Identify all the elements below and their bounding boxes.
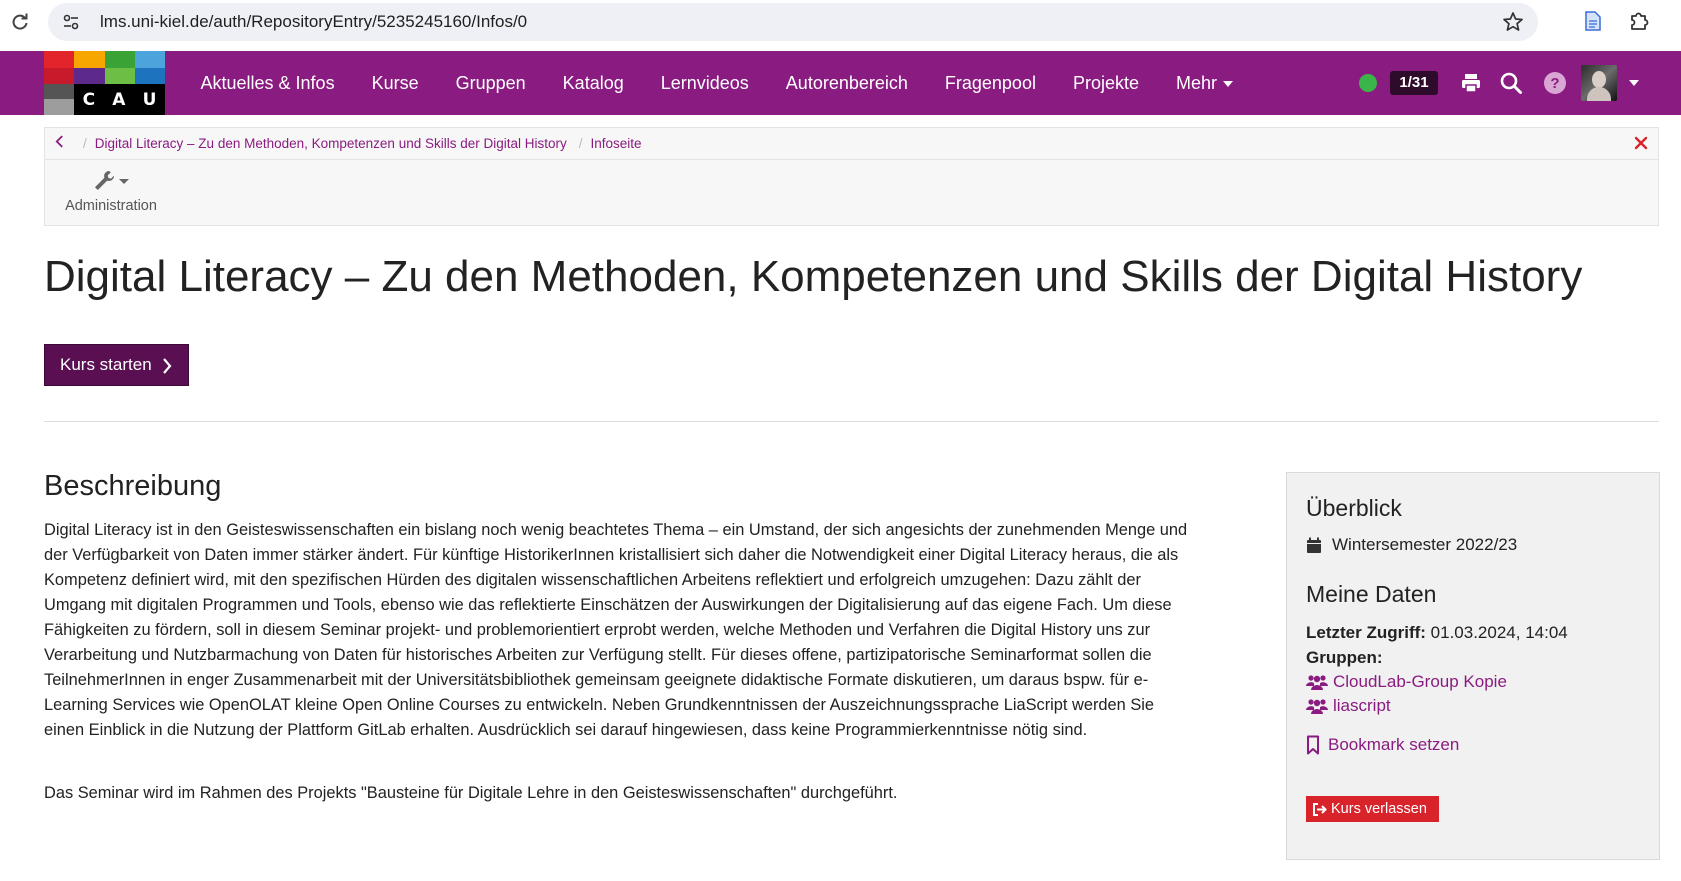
- close-icon[interactable]: [1634, 136, 1648, 150]
- site-info-icon[interactable]: [62, 13, 80, 31]
- start-course-button[interactable]: Kurs starten: [44, 344, 189, 386]
- last-access-label: Letzter Zugriff:: [1306, 623, 1426, 642]
- last-access: Letzter Zugriff: 01.03.2024, 14:04: [1306, 623, 1568, 643]
- wrench-icon: [95, 171, 129, 190]
- logo-letter: C: [82, 89, 96, 110]
- overview-panel: Überblick Wintersemester 2022/23 Meine D…: [1286, 472, 1660, 860]
- course-counter-badge[interactable]: 1/31: [1390, 71, 1438, 95]
- description-heading: Beschreibung: [44, 470, 222, 502]
- nav-item-mehr[interactable]: Mehr: [1158, 51, 1252, 115]
- document-extension-icon[interactable]: [1585, 11, 1601, 31]
- online-status-icon[interactable]: [1359, 74, 1377, 92]
- leave-course-button[interactable]: Kurs verlassen: [1306, 796, 1439, 822]
- group-label: CloudLab-Group Kopie: [1333, 672, 1507, 691]
- bookmark-star-icon[interactable]: [1502, 11, 1524, 33]
- breadcrumb: / Digital Literacy – Zu den Methoden, Ko…: [45, 128, 1658, 160]
- breadcrumb-separator: /: [578, 136, 583, 151]
- users-icon: [1306, 675, 1328, 690]
- breadcrumb-course-link[interactable]: Digital Literacy – Zu den Methoden, Komp…: [95, 136, 567, 151]
- logo-letter: U: [142, 89, 157, 110]
- group-link-cloudlab[interactable]: CloudLab-Group Kopie: [1306, 672, 1507, 692]
- groups-label: Gruppen:: [1306, 648, 1383, 667]
- print-icon[interactable]: [1459, 71, 1483, 95]
- svg-text:?: ?: [1550, 75, 1559, 92]
- logo-block: [44, 67, 75, 84]
- description-note: Das Seminar wird im Rahmen des Projekts …: [44, 784, 898, 802]
- back-chevron-icon[interactable]: [55, 134, 71, 153]
- logo-color-blocks: [44, 51, 165, 84]
- chevron-down-icon: [1223, 81, 1234, 88]
- logo-block: [134, 67, 165, 84]
- logo-block: [74, 51, 105, 68]
- semester-info: Wintersemester 2022/23: [1306, 535, 1517, 555]
- logo-grey-block: [44, 84, 74, 115]
- logo-block: [134, 51, 165, 68]
- administration-menu[interactable]: Administration: [63, 168, 159, 214]
- page-title: Digital Literacy – Zu den Methoden, Komp…: [44, 252, 1583, 301]
- reload-icon[interactable]: [10, 12, 30, 32]
- users-icon: [1306, 699, 1328, 714]
- breadcrumb-separator: /: [83, 136, 87, 151]
- cau-logo[interactable]: C A U: [44, 51, 165, 115]
- calendar-icon: [1307, 537, 1321, 553]
- bookmark-label: Bookmark setzen: [1328, 735, 1460, 754]
- logo-wordmark: C A U: [74, 84, 165, 115]
- nav-item-fragenpool[interactable]: Fragenpool: [926, 51, 1054, 115]
- logo-block: [44, 51, 75, 68]
- group-label: liascript: [1333, 696, 1391, 715]
- nav-item-gruppen[interactable]: Gruppen: [437, 51, 544, 115]
- my-data-heading: Meine Daten: [1306, 581, 1437, 607]
- browser-toolbar: lms.uni-kiel.de/auth/RepositoryEntry/523…: [0, 0, 1681, 48]
- url-text[interactable]: lms.uni-kiel.de/auth/RepositoryEntry/523…: [100, 3, 527, 41]
- extensions-puzzle-icon[interactable]: [1628, 10, 1650, 32]
- administration-label: Administration: [65, 198, 157, 214]
- nav-item-kurse[interactable]: Kurse: [353, 51, 437, 115]
- leave-course-label: Kurs verlassen: [1331, 801, 1427, 817]
- logo-block: [104, 51, 135, 68]
- nav-more-label: Mehr: [1176, 73, 1218, 93]
- bookmark-icon: [1307, 735, 1319, 755]
- breadcrumb-current[interactable]: Infoseite: [591, 136, 642, 151]
- semester-label: Wintersemester 2022/23: [1332, 535, 1518, 554]
- description-text: Digital Literacy ist in den Geisteswisse…: [44, 521, 1188, 739]
- help-icon[interactable]: ?: [1543, 71, 1567, 95]
- nav-items: Aktuelles & Infos Kurse Gruppen Katalog …: [182, 51, 1252, 115]
- search-icon[interactable]: [1499, 71, 1523, 95]
- nav-item-aktuelles[interactable]: Aktuelles & Infos: [182, 51, 353, 115]
- group-link-liascript[interactable]: liascript: [1306, 696, 1391, 716]
- nav-item-lernvideos[interactable]: Lernvideos: [642, 51, 767, 115]
- nav-item-autorenbereich[interactable]: Autorenbereich: [767, 51, 926, 115]
- address-bar[interactable]: lms.uni-kiel.de/auth/RepositoryEntry/523…: [48, 3, 1538, 41]
- last-access-value: 01.03.2024, 14:04: [1430, 623, 1568, 642]
- start-course-label: Kurs starten: [60, 355, 152, 374]
- divider: [44, 421, 1659, 422]
- course-toolbar: / Digital Literacy – Zu den Methoden, Ko…: [44, 127, 1659, 226]
- nav-item-projekte[interactable]: Projekte: [1054, 51, 1157, 115]
- main-navigation: C A U Aktuelles & Infos Kurse Gruppen Ka…: [0, 51, 1681, 115]
- user-avatar[interactable]: [1581, 65, 1617, 101]
- logo-block: [74, 67, 105, 84]
- chevron-right-icon: [163, 358, 172, 374]
- nav-item-katalog[interactable]: Katalog: [544, 51, 642, 115]
- logo-letter: A: [112, 89, 126, 110]
- logo-block: [104, 67, 135, 84]
- set-bookmark-link[interactable]: Bookmark setzen: [1306, 735, 1459, 755]
- chevron-down-icon[interactable]: [1629, 80, 1639, 86]
- sign-out-icon: [1313, 802, 1327, 816]
- overview-heading: Überblick: [1306, 495, 1402, 521]
